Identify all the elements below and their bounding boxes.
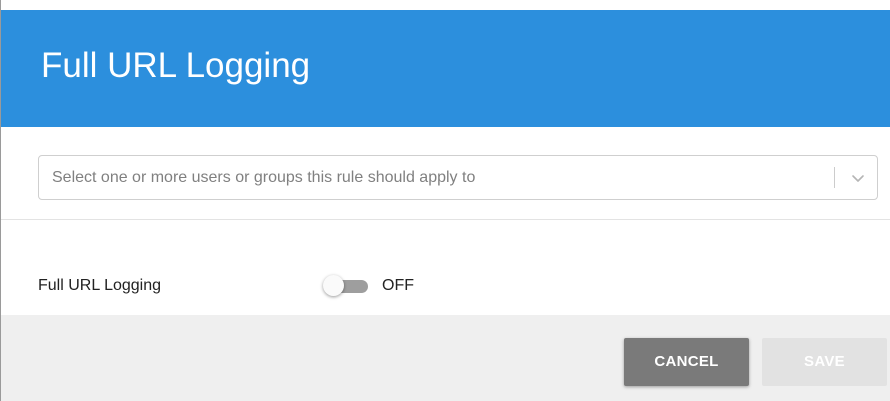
dialog-footer: CANCEL SAVE (1, 315, 890, 401)
full-url-logging-toggle[interactable] (323, 275, 369, 297)
cancel-button[interactable]: CANCEL (624, 338, 749, 386)
save-button[interactable]: SAVE (762, 338, 887, 386)
setting-label: Full URL Logging (38, 277, 162, 294)
chevron-down-icon[interactable] (850, 170, 866, 186)
user-select-section: Select one or more users or groups this … (1, 127, 890, 220)
toggle-knob[interactable] (323, 275, 344, 296)
user-group-select-placeholder: Select one or more users or groups this … (52, 169, 476, 186)
toggle-state-label: OFF (382, 277, 414, 294)
dialog-title: Full URL Logging (41, 46, 311, 85)
select-divider (834, 167, 835, 188)
full-url-logging-setting: Full URL Logging OFF (1, 220, 890, 315)
user-group-select[interactable]: Select one or more users or groups this … (38, 155, 878, 200)
full-url-logging-dialog: Full URL Logging Select one or more user… (0, 0, 890, 401)
dialog-header: Full URL Logging (1, 10, 890, 127)
